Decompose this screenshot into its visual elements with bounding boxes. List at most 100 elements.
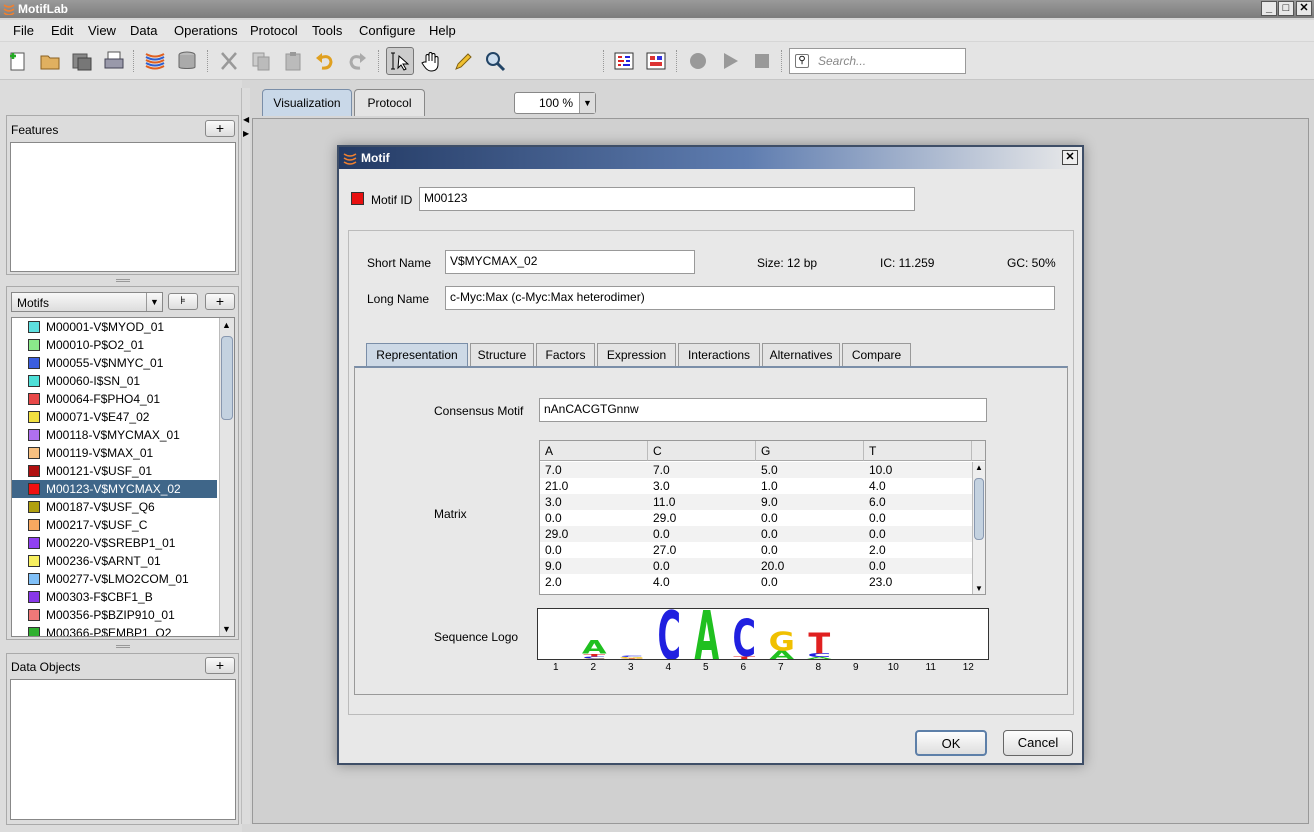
menu-file[interactable]: File [13, 23, 34, 38]
motifs-selector[interactable]: Motifs ▼ [11, 292, 163, 312]
menu-tools[interactable]: Tools [312, 23, 342, 38]
stop-icon[interactable] [748, 47, 776, 75]
record-icon[interactable] [684, 47, 712, 75]
open-folder-icon[interactable] [36, 47, 64, 75]
menu-help[interactable]: Help [429, 23, 456, 38]
tab-compare[interactable]: Compare [842, 343, 911, 366]
tab-interactions[interactable]: Interactions [678, 343, 760, 366]
zoom-icon[interactable] [481, 47, 509, 75]
matrix-row[interactable]: 7.0 7.0 5.0 10.0 [540, 462, 972, 478]
menu-operations[interactable]: Operations [174, 23, 238, 38]
matrix-scrollbar[interactable]: ▲ ▼ [972, 462, 985, 594]
motif-list-item[interactable]: M00064-F$PHO4_01 [12, 390, 217, 408]
cut-icon[interactable] [215, 47, 243, 75]
tree-view-button[interactable]: ⊧ [168, 293, 198, 310]
maximize-icon[interactable]: □ [1278, 1, 1294, 16]
motif-list[interactable]: M00001-V$MYOD_01 M00010-P$O2_01 M00055-V$N… [11, 317, 235, 637]
new-icon[interactable] [4, 47, 32, 75]
dna-icon[interactable] [141, 47, 169, 75]
matrix-row[interactable]: 21.0 3.0 1.0 4.0 [540, 478, 972, 494]
cancel-button[interactable]: Cancel [1003, 730, 1073, 756]
short-name-field[interactable]: V$MYCMAX_02 [445, 250, 695, 274]
consensus-field[interactable]: nAnCACGTGnnw [539, 398, 987, 422]
motif-list-item[interactable]: M00118-V$MYCMAX_01 [12, 426, 217, 444]
menu-view[interactable]: View [88, 23, 116, 38]
matrix-row[interactable]: 9.0 0.0 20.0 0.0 [540, 558, 972, 574]
copy-icon[interactable] [247, 47, 275, 75]
menu-data[interactable]: Data [130, 23, 157, 38]
undo-icon[interactable] [311, 47, 339, 75]
tab-structure[interactable]: Structure [470, 343, 534, 366]
redo-icon[interactable] [343, 47, 371, 75]
motif-label: M00121-V$USF_01 [46, 464, 153, 478]
save-icon[interactable] [68, 47, 96, 75]
motif-list-item[interactable]: M00123-V$MYCMAX_02 [12, 480, 217, 498]
select-cursor-icon[interactable] [386, 47, 414, 75]
minimize-icon[interactable]: _ [1261, 1, 1277, 16]
menu-protocol[interactable]: Protocol [250, 23, 298, 38]
matrix-row[interactable]: 0.0 29.0 0.0 0.0 [540, 510, 972, 526]
pencil-icon[interactable] [449, 47, 477, 75]
panel-divider[interactable]: ◀ ▶ [241, 88, 250, 824]
database-icon[interactable] [173, 47, 201, 75]
splitter-handle[interactable] [116, 645, 130, 648]
motif-list-item[interactable]: M00187-V$USF_Q6 [12, 498, 217, 516]
add-feature-button[interactable]: + [205, 120, 235, 137]
paste-icon[interactable] [279, 47, 307, 75]
zoom-select[interactable]: 100 % ▼ [514, 92, 596, 114]
matrix-table[interactable]: A C G T 7.0 7.0 5.0 10.0 21.0 3.0 1.0 4.0 3.0 11.… [539, 440, 986, 595]
tab-factors[interactable]: Factors [536, 343, 595, 366]
motif-list-scrollbar[interactable]: ▲ ▼ [219, 318, 234, 636]
matrix-header-g[interactable]: G [756, 441, 864, 461]
menu-edit[interactable]: Edit [51, 23, 73, 38]
motif-list-item[interactable]: M00217-V$USF_C [12, 516, 217, 534]
tab-protocol[interactable]: Protocol [354, 89, 425, 116]
region-view-icon[interactable] [642, 47, 670, 75]
features-list[interactable] [10, 142, 236, 272]
matrix-header-a[interactable]: A [540, 441, 648, 461]
tab-representation[interactable]: Representation [366, 343, 468, 366]
close-icon[interactable]: ✕ [1296, 1, 1312, 16]
matrix-cell: 7.0 [653, 463, 670, 477]
tab-expression[interactable]: Expression [597, 343, 676, 366]
motif-list-item[interactable]: M00366-P$EMBP1_Q2 [12, 624, 217, 636]
matrix-header-c[interactable]: C [648, 441, 756, 461]
matrix-header-t[interactable]: T [864, 441, 972, 461]
pan-hand-icon[interactable] [417, 47, 445, 75]
motif-list-item[interactable]: M00055-V$NMYC_01 [12, 354, 217, 372]
track-view-icon[interactable] [610, 47, 638, 75]
add-data-object-button[interactable]: + [205, 657, 235, 674]
data-objects-list[interactable] [10, 679, 236, 820]
menu-configure[interactable]: Configure [359, 23, 415, 38]
motif-color-swatch[interactable] [351, 192, 364, 205]
matrix-row[interactable]: 0.0 27.0 0.0 2.0 [540, 542, 972, 558]
motif-list-item[interactable]: M00119-V$MAX_01 [12, 444, 217, 462]
print-icon[interactable] [100, 47, 128, 75]
ok-button[interactable]: OK [915, 730, 987, 756]
long-name-field[interactable]: c-Myc:Max (c-Myc:Max heterodimer) [445, 286, 1055, 310]
matrix-row[interactable]: 29.0 0.0 0.0 0.0 [540, 526, 972, 542]
chevron-down-icon[interactable]: ▼ [146, 293, 162, 311]
motif-list-item[interactable]: M00071-V$E47_02 [12, 408, 217, 426]
tab-alternatives[interactable]: Alternatives [762, 343, 840, 366]
motif-list-item[interactable]: M00121-V$USF_01 [12, 462, 217, 480]
motif-list-item[interactable]: M00277-V$LMO2COM_01 [12, 570, 217, 588]
chevron-down-icon[interactable]: ▼ [579, 93, 595, 113]
motif-id-field[interactable]: M00123 [419, 187, 915, 211]
play-icon[interactable] [716, 47, 744, 75]
tab-visualization[interactable]: Visualization [262, 89, 352, 116]
motif-list-item[interactable]: M00356-P$BZIP910_01 [12, 606, 217, 624]
motif-list-item[interactable]: M00236-V$ARNT_01 [12, 552, 217, 570]
matrix-row[interactable]: 2.0 4.0 0.0 23.0 [540, 574, 972, 590]
splitter-handle[interactable] [116, 279, 130, 282]
add-motif-button[interactable]: + [205, 293, 235, 310]
motif-list-item[interactable]: M00220-V$SREBP1_01 [12, 534, 217, 552]
motif-list-item[interactable]: M00303-F$CBF1_B [12, 588, 217, 606]
search-field[interactable]: ⚲ Search... [789, 48, 966, 74]
matrix-row[interactable]: 3.0 11.0 9.0 6.0 [540, 494, 972, 510]
motif-list-item[interactable]: M00060-I$SN_01 [12, 372, 217, 390]
matrix-cell: 29.0 [653, 511, 677, 525]
close-icon[interactable]: ✕ [1062, 150, 1078, 165]
motif-list-item[interactable]: M00010-P$O2_01 [12, 336, 217, 354]
motif-list-item[interactable]: M00001-V$MYOD_01 [12, 318, 217, 336]
